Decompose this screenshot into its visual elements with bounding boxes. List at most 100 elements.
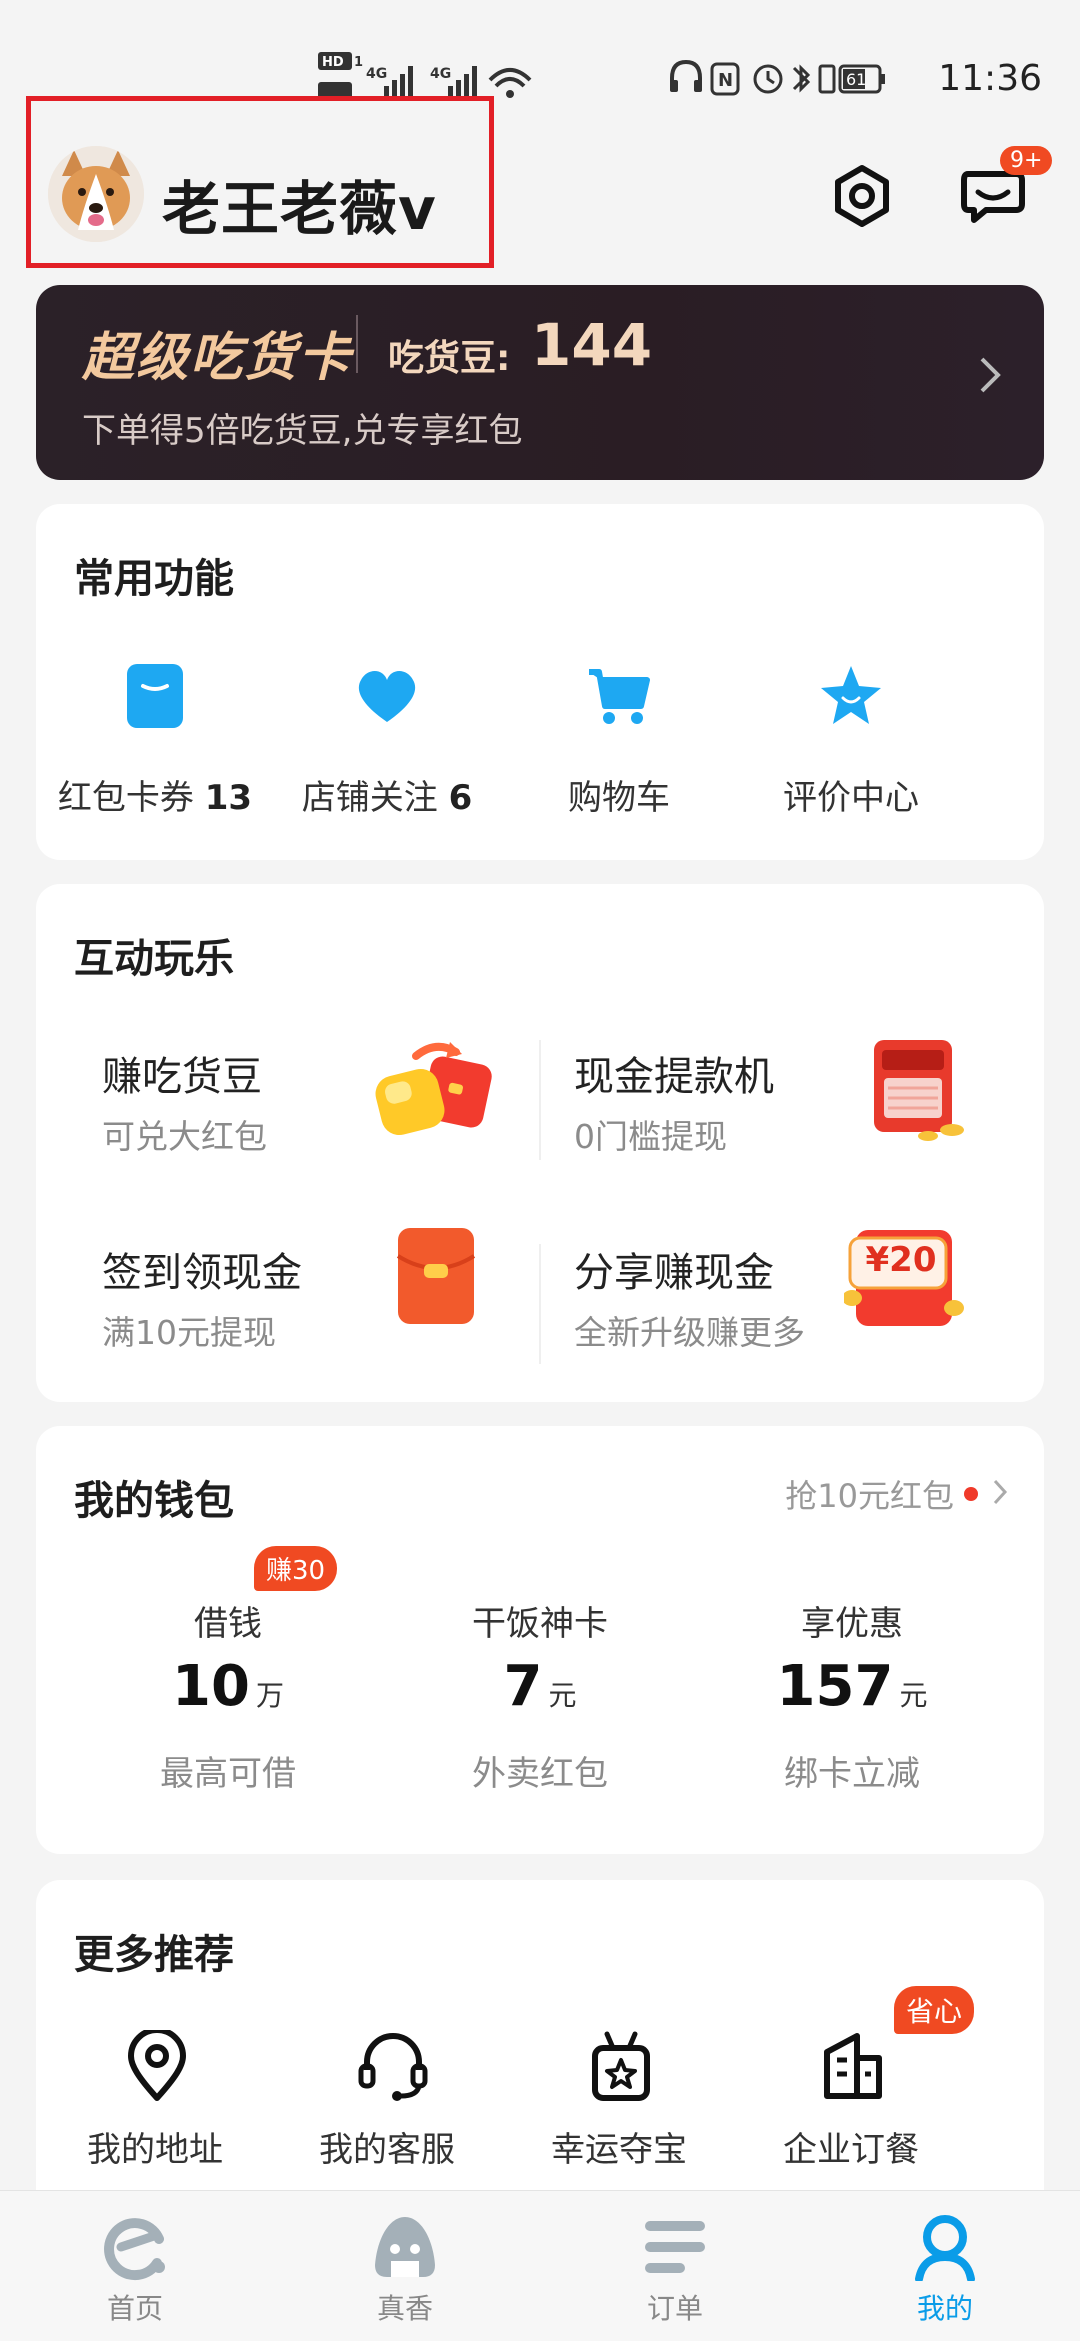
nav-home[interactable]: 首页 (0, 2191, 270, 2341)
username[interactable]: 老王老薇v (162, 162, 437, 246)
wallet-value: 10 (172, 1654, 250, 1719)
fun-subtitle: 满10元提现 (102, 1313, 276, 1352)
heart-icon (355, 664, 419, 728)
chevron-right-icon (992, 1478, 1008, 1510)
star-icon (819, 664, 883, 728)
banner-divider (356, 315, 358, 373)
profile-icon (911, 2213, 979, 2283)
avatar[interactable] (48, 146, 144, 242)
more-label: 我的地址 (87, 2130, 223, 2170)
section-title: 互动玩乐 (74, 936, 234, 982)
coupon-20-icon: ¥20 (844, 1228, 964, 1328)
atm-icon (862, 1036, 972, 1150)
more-address[interactable]: 我的地址 (40, 2027, 270, 2180)
cart-icon (587, 664, 651, 728)
chevron-right-icon (978, 355, 1002, 399)
nav-zhenxiang[interactable]: 真香 (270, 2191, 540, 2341)
wallet-unit: 元 (899, 1679, 928, 1712)
func-label: 店铺关注 (301, 778, 438, 818)
svg-text:4G: 4G (430, 66, 451, 82)
more-enterprise-dining[interactable]: 企业订餐 (736, 2030, 966, 2180)
func-count: 6 (448, 778, 473, 818)
wallet-desc: 外卖红包 (472, 1754, 608, 1794)
fun-title: 赚吃货豆 (102, 1054, 262, 1100)
wallet-borrow[interactable]: 借钱 10 万 最高可借 (78, 1596, 378, 1816)
wallet-value: 7 (503, 1654, 543, 1719)
more-lucky-draw[interactable]: 幸运夺宝 (504, 2030, 734, 2180)
section-title: 常用功能 (74, 556, 234, 602)
section-title: 更多推荐 (74, 1932, 234, 1978)
func-label: 红包卡券 (57, 778, 194, 818)
func-cart[interactable]: 购物车 (504, 664, 734, 824)
gift-icon (589, 2030, 653, 2102)
more-label: 幸运夺宝 (551, 2130, 687, 2170)
more-card: 更多推荐 我的地址 我的客服 幸运夺宝 企业订餐 省心 (36, 1880, 1044, 2220)
fun-title: 分享赚现金 (574, 1250, 774, 1296)
banner-title: 超级吃货卡 (82, 328, 353, 388)
onigiri-icon (371, 2213, 439, 2281)
foodie-card-banner[interactable]: 超级吃货卡 吃货豆: 144 下单得5倍吃货豆,兑专享红包 (36, 285, 1044, 480)
banner-subtitle: 下单得5倍吃货豆,兑专享红包 (82, 411, 523, 451)
wallet-desc: 绑卡立减 (784, 1754, 920, 1794)
message-badge: 9+ (1000, 146, 1053, 175)
divider (539, 1040, 541, 1160)
red-dot (964, 1487, 978, 1501)
bean-value: 144 (531, 311, 653, 379)
fun-title: 签到领现金 (102, 1250, 302, 1296)
wallet-label: 借钱 (194, 1604, 262, 1644)
wallet-unit: 万 (255, 1679, 284, 1712)
fun-subtitle: 可兑大红包 (102, 1117, 267, 1156)
wallet-discount[interactable]: 享优惠 157 元 绑卡立减 (702, 1596, 1002, 1816)
common-functions-card: 常用功能 红包卡券 13 店铺关注 6 购物车 评价中心 (36, 504, 1044, 860)
section-title: 我的钱包 (74, 1478, 234, 1524)
enterprise-badge: 省心 (894, 1986, 975, 2034)
svg-text:4G: 4G (366, 66, 387, 82)
bottom-nav: 首页 真香 订单 我的 (0, 2190, 1080, 2341)
earn-beans-item[interactable]: 赚吃货豆 可兑大红包 (72, 1042, 542, 1204)
wallet-value: 157 (776, 1654, 894, 1719)
coupon-amount: ¥20 (865, 1240, 937, 1280)
wallet-promo-link[interactable]: 抢10元红包 (785, 1472, 1008, 1516)
headset-icon (357, 2030, 428, 2102)
more-service[interactable]: 我的客服 (272, 2030, 502, 2180)
interactive-card: 互动玩乐 赚吃货豆 可兑大红包 现金提款机 0门槛提现 签到领现金 满10元提现… (36, 884, 1044, 1402)
coupon-icon (123, 664, 187, 728)
wallet-unit: 元 (548, 1679, 577, 1712)
wallet-meal-card[interactable]: 干饭神卡 7元 外卖红包 (390, 1596, 690, 1816)
more-label: 企业订餐 (783, 2130, 919, 2170)
beans-redpacket-icon (372, 1036, 496, 1150)
func-coupons[interactable]: 红包卡券 13 (40, 664, 270, 824)
fun-subtitle: 0门槛提现 (574, 1117, 727, 1156)
svg-text:HD: HD (322, 55, 344, 70)
nav-label: 订单 (646, 2292, 703, 2325)
share-cash-item[interactable]: 分享赚现金 全新升级赚更多 ¥20 (544, 1230, 1014, 1408)
nav-label: 首页 (106, 2292, 163, 2325)
nav-label: 我的 (916, 2292, 973, 2325)
func-count: 13 (204, 778, 253, 818)
orders-icon (641, 2213, 709, 2281)
bean-label: 吃货豆: (388, 338, 511, 379)
func-followed-shops[interactable]: 店铺关注 6 (272, 664, 502, 824)
system-indicators: N 61 (668, 56, 948, 100)
func-label: 评价中心 (783, 778, 919, 818)
svg-text:1: 1 (354, 55, 363, 70)
location-icon (125, 2027, 189, 2102)
nav-label: 真香 (376, 2292, 433, 2325)
settings-icon[interactable] (830, 164, 894, 228)
fun-title: 现金提款机 (574, 1054, 774, 1100)
status-time: 11:36 (938, 58, 1042, 99)
wallet-desc: 最高可借 (160, 1754, 296, 1794)
nav-profile[interactable]: 我的 (810, 2191, 1080, 2341)
home-icon (101, 2213, 169, 2281)
fun-subtitle: 全新升级赚更多 (574, 1313, 805, 1352)
building-icon (821, 2030, 885, 2102)
wallet-label: 享优惠 (801, 1604, 903, 1644)
checkin-cash-item[interactable]: 签到领现金 满10元提现 (72, 1228, 542, 1408)
red-envelope-icon (394, 1226, 478, 1330)
more-label: 我的客服 (319, 2130, 455, 2170)
svg-text:61: 61 (846, 70, 866, 89)
func-reviews[interactable]: 评价中心 (736, 664, 966, 824)
cash-machine-item[interactable]: 现金提款机 0门槛提现 (544, 1040, 1014, 1204)
func-label: 购物车 (568, 778, 670, 818)
nav-orders[interactable]: 订单 (540, 2191, 810, 2341)
